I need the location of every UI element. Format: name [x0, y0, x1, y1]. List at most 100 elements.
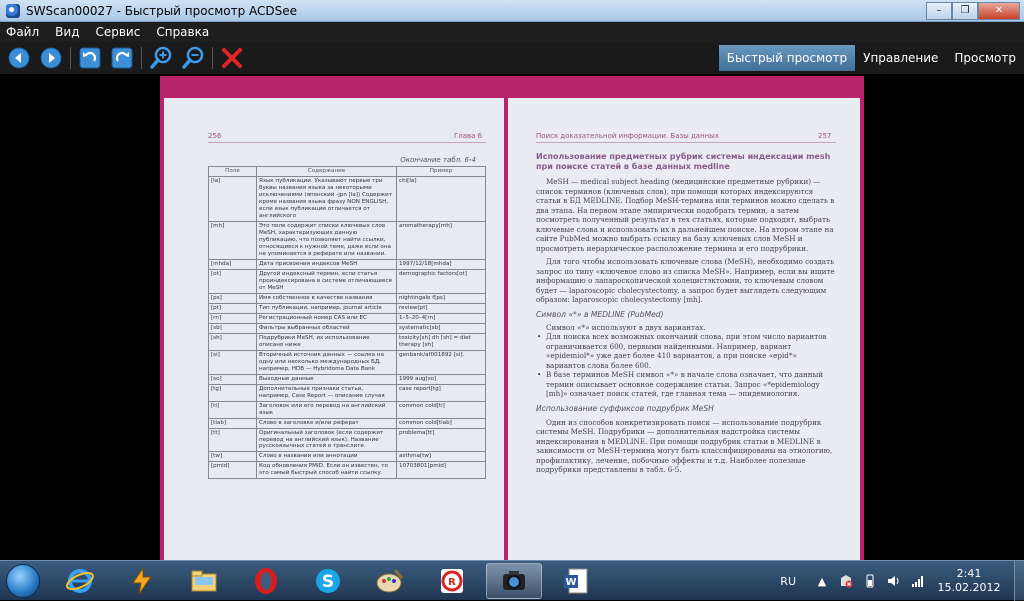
bullet-list: Для поиска всех возможных окончаний слов…: [536, 332, 836, 399]
clock-time: 2:41: [956, 566, 982, 580]
toolbar-separator: [212, 47, 213, 69]
column-header: Пример: [396, 166, 486, 177]
tab-view[interactable]: Просмотр: [946, 42, 1024, 74]
paragraph: MeSH — medical subject heading (медицинс…: [536, 177, 835, 253]
field-cell: [pmid]: [208, 461, 257, 480]
volume-icon[interactable]: [886, 573, 902, 589]
description-cell: Выходные данные: [256, 373, 397, 385]
zoom-out-icon[interactable]: [180, 45, 206, 71]
example-cell: 1–5–20–4[rn]: [396, 312, 486, 324]
clock[interactable]: 2:41 15.02.2012: [934, 567, 1004, 596]
section-heading: Использование предметных рубрик системы …: [536, 152, 831, 171]
scanned-image: 256 Глава 6 Окончание табл. 6-4 Поле Сод…: [160, 76, 864, 560]
action-center-icon[interactable]: [838, 573, 854, 589]
show-hidden-icons-icon[interactable]: ▲: [814, 573, 830, 589]
subheading: Символ «*» в MEDLINE (PubMed): [536, 309, 664, 319]
right-page-number: 257: [818, 132, 832, 140]
description-cell: Это поле содержит списки ключевых слов M…: [256, 220, 397, 260]
column-header: Поле: [208, 166, 257, 177]
table-row: [ps] Имя собственное в качестве названия n…: [208, 292, 486, 304]
toolbar: Быстрый просмотр Управление Просмотр: [0, 42, 1024, 74]
menu-bar: Файл Вид Сервис Справка: [0, 22, 1024, 42]
table-header-row: Поле Содержание Пример: [208, 166, 486, 177]
example-cell: problema[tt]: [396, 427, 486, 453]
menu-file[interactable]: Файл: [0, 25, 47, 39]
description-cell: Дополнительные признаки статьи, например…: [256, 383, 397, 402]
example-cell: asthma[tw]: [396, 451, 486, 463]
description-cell: Имя собственное в качестве названия: [256, 292, 397, 304]
paragraph: Для того чтобы использовать ключевые сло…: [536, 257, 835, 304]
description-cell: Заголовок или его перевод на английский …: [256, 400, 397, 419]
file-explorer-icon[interactable]: [176, 563, 232, 599]
description-cell: Оригинальный заголовок (если содержит пе…: [256, 427, 397, 453]
image-viewer[interactable]: 256 Глава 6 Окончание табл. 6-4 Поле Сод…: [0, 74, 1024, 560]
minimize-button[interactable]: –: [926, 1, 952, 20]
paragraph: Один из способов конкретизировать поиск …: [536, 417, 833, 475]
zoom-in-icon[interactable]: [148, 45, 174, 71]
example-cell: 10703801[pmid]: [396, 461, 486, 480]
menu-help[interactable]: Справка: [148, 25, 217, 39]
menu-view[interactable]: Вид: [47, 25, 87, 39]
table-row: [la] Язык публикации. Указывают первые тр…: [208, 175, 486, 222]
field-cell: [tiab]: [208, 417, 257, 429]
window-controls: – ❐ ✕: [926, 1, 1020, 20]
window-title: SWScan00027 - Быстрый просмотр ACDSee: [26, 3, 298, 18]
menu-service[interactable]: Сервис: [87, 25, 148, 39]
skype-icon[interactable]: S: [300, 563, 356, 599]
paint-icon[interactable]: [362, 563, 418, 599]
description-cell: Тип публикации, например, journal articl…: [256, 302, 397, 314]
svg-text:S: S: [322, 572, 334, 592]
table-row: [pt] Тип публикации, например, journal ar…: [208, 302, 486, 314]
right-page: Поиск доказательной информации. Базы дан…: [508, 98, 860, 560]
foxit-reader-icon[interactable]: R: [424, 563, 480, 599]
paragraph: Символ «*» используют в двух вариантах.: [546, 322, 706, 332]
table-row: [tiab] Слово в заголовке и/или реферат com…: [208, 417, 486, 429]
rotate-right-icon[interactable]: [109, 45, 135, 71]
description-cell: Слово в заголовке и/или реферат: [256, 417, 397, 429]
winamp-icon[interactable]: [114, 563, 170, 599]
example-cell: nightingale f[ps]: [396, 292, 486, 304]
example-cell: aromatherapy[mh]: [396, 220, 486, 260]
restore-button[interactable]: ❐: [952, 1, 978, 20]
network-icon[interactable]: [910, 573, 926, 589]
table-row: [mh] Это поле содержит списки ключевых сл…: [208, 220, 486, 260]
tab-manage[interactable]: Управление: [855, 42, 946, 74]
example-cell: genbank/af001892 [si].: [396, 349, 486, 375]
table-row: [so] Выходные данные 1999 aug[so]: [208, 373, 486, 385]
field-cell: [pt]: [208, 302, 257, 314]
svg-text:R: R: [448, 577, 456, 588]
start-button[interactable]: [0, 561, 46, 601]
table-row: [tw] Слово в названии или аннотации asthma…: [208, 451, 486, 463]
language-indicator[interactable]: RU: [780, 575, 796, 588]
field-cell: [tg]: [208, 383, 257, 402]
description-cell: Вторичный источник данных — ссылка на од…: [256, 349, 397, 375]
tab-quick-view[interactable]: Быстрый просмотр: [718, 45, 856, 71]
show-desktop-button[interactable]: [1014, 561, 1024, 601]
close-button[interactable]: ✕: [978, 1, 1020, 20]
internet-explorer-icon[interactable]: [52, 563, 108, 599]
taskbar: S R W RU ▲ 2:41 15.02.2012: [0, 560, 1024, 601]
title-bar: SWScan00027 - Быстрый просмотр ACDSee – …: [0, 0, 1024, 22]
description-cell: Язык публикации. Указывают первые три бу…: [256, 175, 397, 222]
description-cell: Регистрационный номер CAS или EC: [256, 312, 397, 324]
delete-icon[interactable]: [219, 45, 245, 71]
field-cell: [sb]: [208, 322, 257, 334]
header-rule: [208, 142, 486, 143]
word-icon[interactable]: W: [548, 563, 604, 599]
example-cell: common cold[ti]: [396, 400, 486, 419]
opera-icon[interactable]: [238, 563, 294, 599]
acdsee-app-icon: [6, 3, 20, 18]
column-header: Содержание: [256, 166, 397, 177]
back-icon[interactable]: [6, 45, 32, 71]
acdsee-icon[interactable]: [486, 562, 542, 599]
table-row: [mhda] Дата присвоения индексов MeSH 1997/…: [208, 258, 486, 270]
description-cell: Подрубрики MeSH, их использование описан…: [256, 332, 397, 351]
field-cell: [sh]: [208, 332, 257, 351]
description-cell: Код обновления PMID. Если он известен, т…: [256, 461, 397, 480]
subheading: Использование суффиксов подрубрик MeSH: [536, 403, 714, 413]
rotate-left-icon[interactable]: [77, 45, 103, 71]
forward-icon[interactable]: [38, 45, 64, 71]
field-cell: [mhda]: [208, 258, 257, 270]
search-fields-table: Поле Содержание Пример [la] Язык публикац…: [208, 166, 486, 480]
battery-icon[interactable]: [862, 573, 878, 589]
